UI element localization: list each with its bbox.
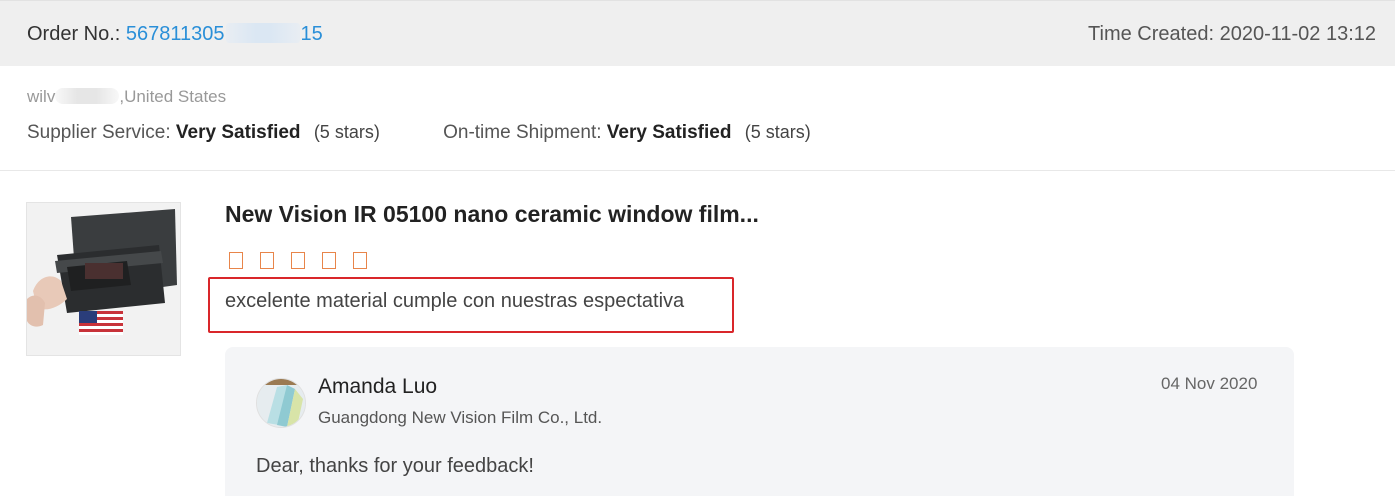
ratings-row: Supplier Service: Very Satisfied (5 star… <box>27 122 811 144</box>
supplier-service-rating: Supplier Service: Very Satisfied (5 star… <box>27 122 380 144</box>
order-header: Order No.: 567811305 15 Time Created: 202… <box>0 0 1395 66</box>
reply-author-name: Amanda Luo <box>318 375 438 398</box>
rating-label: Supplier Service: <box>27 122 171 143</box>
rating-value: Very Satisfied <box>606 122 732 143</box>
time-created: Time Created: 2020-11-02 13:12 <box>1088 23 1376 45</box>
reply-date: 04 Nov 2020 <box>1161 374 1258 393</box>
rating-stars-text: (5 stars) <box>313 122 380 142</box>
window-film-photo <box>27 203 180 355</box>
rating-stars-text: (5 stars) <box>744 122 811 142</box>
star-icon <box>291 252 305 269</box>
buyer-info: wilv ,United States <box>27 87 226 107</box>
star-icon <box>260 252 274 269</box>
redacted-blur <box>225 23 300 43</box>
star-icon <box>322 252 336 269</box>
reply-message: Dear, thanks for your feedback! <box>256 455 534 477</box>
ontime-shipment-rating: On-time Shipment: Very Satisfied (5 star… <box>443 122 811 144</box>
order-number: Order No.: 567811305 15 <box>27 23 323 46</box>
avatar-image <box>257 379 305 427</box>
buyer-name: wilv <box>27 87 56 106</box>
star-icon <box>353 252 367 269</box>
rating-value: Very Satisfied <box>175 122 301 143</box>
product-thumbnail[interactable] <box>26 202 181 356</box>
avatar <box>256 378 306 428</box>
review-text: excelente material cumple con nuestras e… <box>225 290 685 312</box>
redacted-blur <box>55 88 120 104</box>
section-divider <box>0 170 1395 171</box>
star-icon <box>229 252 243 269</box>
product-star-rating <box>229 252 384 274</box>
product-title[interactable]: New Vision IR 05100 nano ceramic window … <box>225 201 759 228</box>
order-number-link[interactable]: 567811305 15 <box>126 23 323 45</box>
reply-company-name: Guangdong New Vision Film Co., Ltd. <box>318 408 603 427</box>
buyer-location: ,United States <box>119 87 227 106</box>
order-number-label: Order No.: <box>27 23 121 45</box>
order-number-end: 15 <box>300 23 323 45</box>
order-number-start: 567811305 <box>125 23 225 45</box>
rating-label: On-time Shipment: <box>443 122 602 143</box>
